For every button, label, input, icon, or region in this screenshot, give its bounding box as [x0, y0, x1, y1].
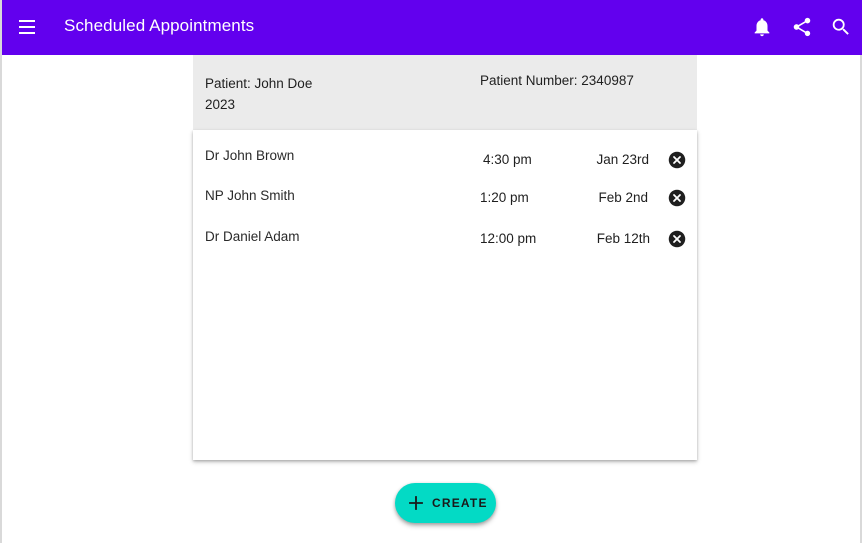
close-circle-icon — [668, 151, 686, 169]
appointment-time: 12:00 pm — [480, 231, 537, 246]
appointment-time: 4:30 pm — [483, 152, 532, 167]
list-item[interactable]: Dr John Brown 4:30 pm Jan 23rd — [193, 148, 697, 178]
search-icon — [832, 18, 849, 35]
notifications-button[interactable] — [751, 16, 773, 38]
appointment-time: 1:20 pm — [480, 190, 529, 205]
cancel-appointment-button[interactable] — [668, 189, 686, 207]
app-frame: Scheduled Appointments Patient: John Doe… — [0, 0, 862, 543]
appointment-date: Jan 23rd — [596, 152, 649, 167]
plus-icon — [409, 496, 423, 510]
appointment-date: Feb 12th — [596, 231, 650, 246]
share-button[interactable] — [791, 16, 813, 38]
list-item[interactable]: NP John Smith 1:20 pm Feb 2nd — [193, 188, 697, 218]
menu-button[interactable] — [16, 15, 40, 39]
create-appointment-button[interactable]: CREATE — [395, 483, 496, 523]
appointment-date: Feb 2nd — [598, 190, 648, 205]
top-app-bar: Scheduled Appointments — [2, 0, 862, 55]
patient-header: Patient: John Doe 2023 Patient Number: 2… — [193, 55, 697, 130]
search-button[interactable] — [830, 16, 852, 38]
create-button-label: CREATE — [432, 496, 488, 510]
appointment-provider: Dr John Brown — [205, 148, 295, 163]
patient-name: Patient: John Doe — [205, 76, 313, 91]
close-circle-icon — [668, 230, 686, 248]
appointment-provider: NP John Smith — [205, 188, 295, 203]
patient-number: Patient Number: 2340987 — [480, 73, 634, 88]
page-title: Scheduled Appointments — [64, 16, 255, 35]
bell-icon — [754, 18, 770, 37]
patient-info: Patient: John Doe 2023 — [205, 73, 405, 115]
menu-icon — [19, 20, 35, 34]
cancel-appointment-button[interactable] — [668, 151, 686, 169]
appointment-provider: Dr Daniel Adam — [205, 229, 300, 244]
share-icon — [793, 17, 811, 37]
appointments-list: Dr John Brown 4:30 pm Jan 23rd NP John S… — [193, 130, 697, 460]
patient-year: 2023 — [205, 97, 236, 112]
close-circle-icon — [668, 189, 686, 207]
cancel-appointment-button[interactable] — [668, 230, 686, 248]
list-item[interactable]: Dr Daniel Adam 12:00 pm Feb 12th — [193, 229, 697, 259]
